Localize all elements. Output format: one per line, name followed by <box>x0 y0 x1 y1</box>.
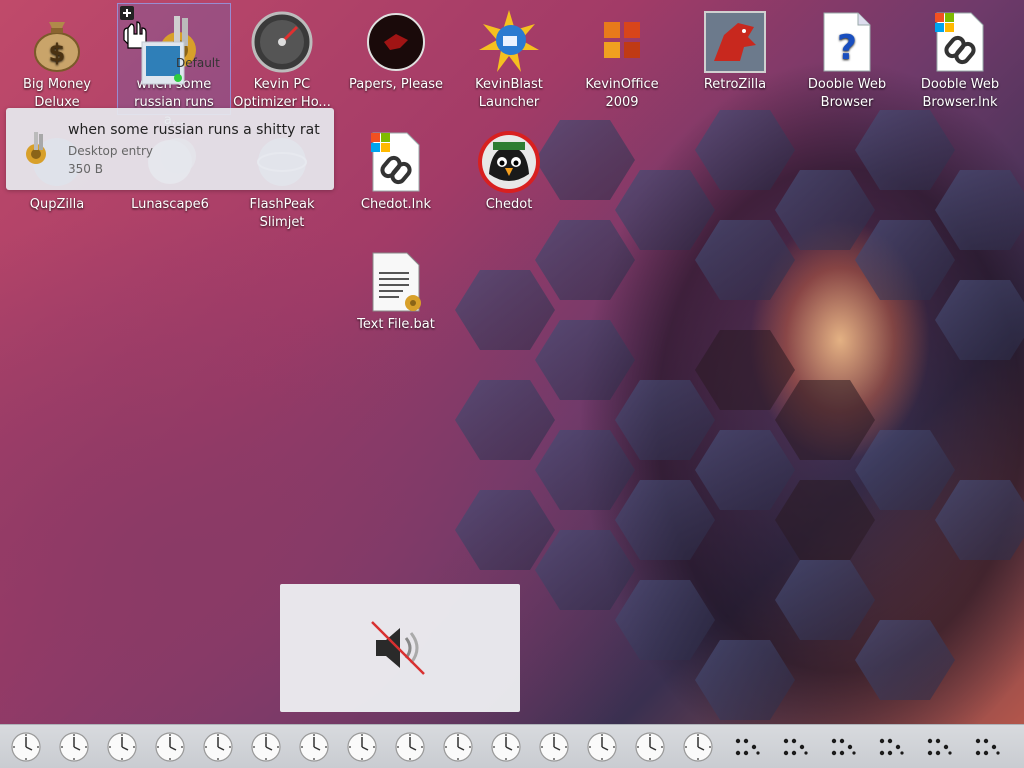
drag-cursor-ghost: Default <box>118 4 230 114</box>
desktop-icon-kevin-pc-optimizer[interactable]: Kevin PC Optimizer Ho... <box>226 4 338 112</box>
activity-dots-icon[interactable] <box>872 729 908 765</box>
clock-icon[interactable] <box>152 729 188 765</box>
clock-icon[interactable] <box>440 729 476 765</box>
desktop-icon-big-money-deluxe[interactable]: $ Big Money Deluxe <box>1 4 113 112</box>
gear-icon <box>18 130 54 166</box>
tooltip-title: when some russian runs a shitty rat <box>68 122 320 138</box>
desktop-icon-label: Dooble Web Browser.lnk <box>920 77 1000 110</box>
desktop-icon-label: Big Money Deluxe <box>22 77 91 110</box>
activity-dots-icon[interactable] <box>968 729 1004 765</box>
clock-icon[interactable] <box>584 729 620 765</box>
desktop-icon-label: Kevin PC Optimizer Ho... <box>233 77 331 110</box>
tooltip-size: 350 B <box>68 162 103 176</box>
desktop-icon-label: Chedot.lnk <box>360 197 432 212</box>
desktop-icon-label: KevinBlast Launcher <box>475 77 543 110</box>
desktop-icon-label: Text File.bat <box>357 317 435 332</box>
tooltip-type: Desktop entry <box>68 144 154 158</box>
bird-icon <box>477 130 541 194</box>
desktop-icon-chedot[interactable]: Chedot <box>453 124 565 214</box>
desktop-icon-label: QupZilla <box>29 197 85 212</box>
desktop-icon-label: FlashPeak Slimjet <box>249 197 315 230</box>
link-doc-icon <box>928 10 992 74</box>
globe-sun-icon <box>477 10 541 74</box>
clock-icon[interactable] <box>104 729 140 765</box>
speedometer-icon <box>250 10 314 74</box>
clock-icon[interactable] <box>200 729 236 765</box>
taskbar <box>0 724 1024 768</box>
desktop-icon-kevinoffice-2009[interactable]: KevinOffice 2009 <box>566 4 678 112</box>
desktop-icon-label: RetroZilla <box>703 77 767 92</box>
activity-dots-icon[interactable] <box>728 729 764 765</box>
clock-icon[interactable] <box>632 729 668 765</box>
question-doc-icon: ? <box>815 10 879 74</box>
desktop-icon-retrozilla[interactable]: RetroZilla <box>679 4 791 94</box>
clock-icon[interactable] <box>56 729 92 765</box>
desktop-icon-chedot-lnk[interactable]: Chedot.lnk <box>340 124 452 214</box>
papers-please-icon <box>364 10 428 74</box>
desktop-icon-dooble-web-browser[interactable]: ? Dooble Web Browser <box>791 4 903 112</box>
desktop-icon-dooble-web-browser-lnk[interactable]: Dooble Web Browser.lnk <box>904 4 1016 112</box>
svg-text:?: ? <box>837 28 857 68</box>
desktop-icon-label: Lunascape6 <box>131 197 209 212</box>
desktop-icon-papers-please[interactable]: Papers, Please <box>340 4 452 94</box>
volume-osd <box>280 584 520 712</box>
activity-dots-icon[interactable] <box>776 729 812 765</box>
clock-icon[interactable] <box>488 729 524 765</box>
money-bag-icon: $ <box>25 10 89 74</box>
batch-file-icon <box>364 250 428 314</box>
clock-icon[interactable] <box>392 729 428 765</box>
office-icon <box>590 10 654 74</box>
file-tooltip: when some russian runs a shitty rat Desk… <box>6 108 334 190</box>
desktop-icon-label: Papers, Please <box>348 77 444 92</box>
speaker-muted-icon <box>371 621 425 675</box>
link-doc-icon <box>364 130 428 194</box>
svg-text:$: $ <box>49 39 66 67</box>
desktop-icon-text-file-bat[interactable]: Text File.bat <box>340 244 452 334</box>
clock-icon[interactable] <box>344 729 380 765</box>
dragon-icon <box>703 10 767 74</box>
activity-dots-icon[interactable] <box>920 729 956 765</box>
desktop-icon-label: Dooble Web Browser <box>807 77 887 110</box>
activity-dots-icon[interactable] <box>824 729 860 765</box>
clock-icon[interactable] <box>680 729 716 765</box>
clock-icon[interactable] <box>8 729 44 765</box>
clock-icon[interactable] <box>536 729 572 765</box>
desktop-icon-label: Chedot <box>485 197 533 212</box>
desktop-icon-kevinblast-launcher[interactable]: KevinBlast Launcher <box>453 4 565 112</box>
plus-icon <box>120 6 134 20</box>
desktop-icon-label: KevinOffice 2009 <box>585 77 659 110</box>
drag-label: Default <box>176 56 220 70</box>
clock-icon[interactable] <box>248 729 284 765</box>
clock-icon[interactable] <box>296 729 332 765</box>
